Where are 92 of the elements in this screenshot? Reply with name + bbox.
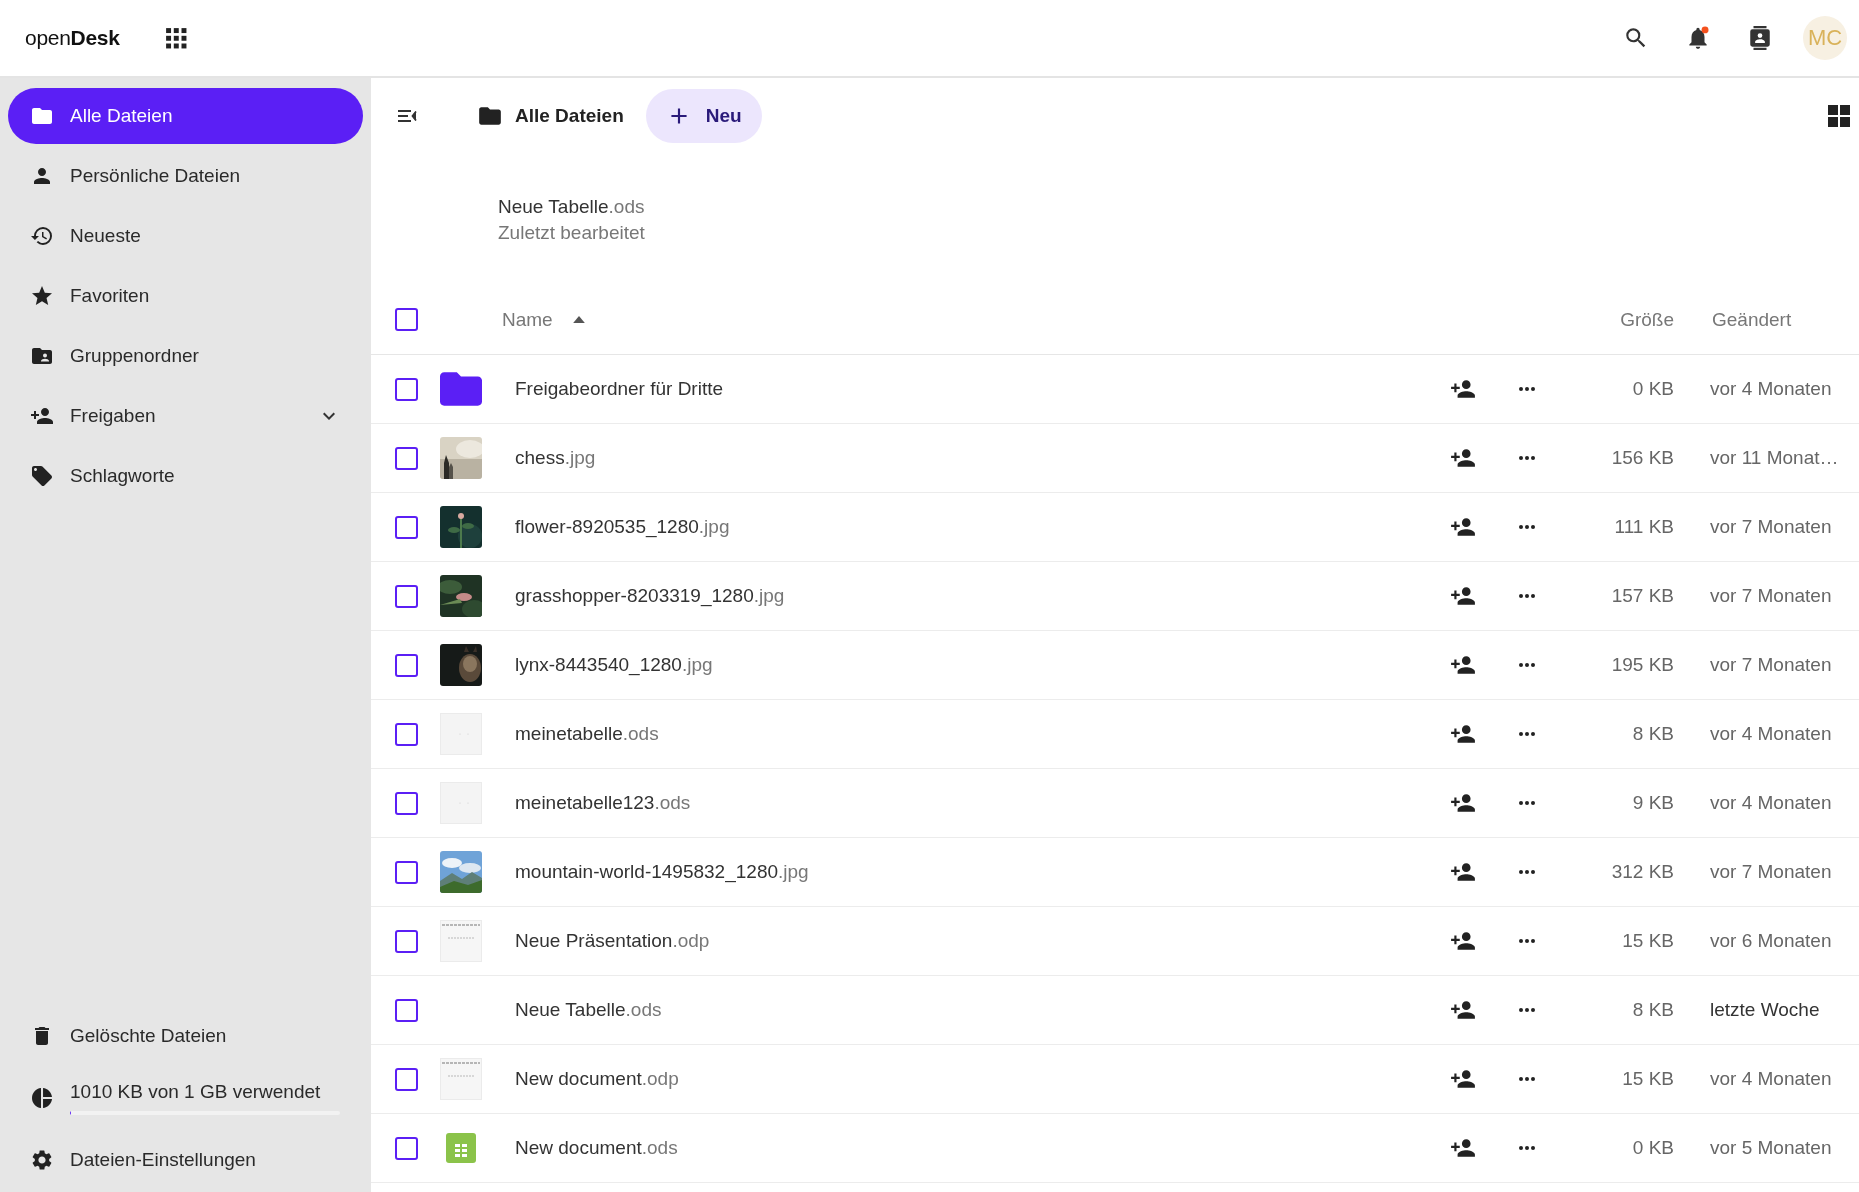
storage-usage: 1010 KB von 1 GB verwendet (70, 1081, 322, 1103)
row-checkbox[interactable] (395, 653, 418, 677)
modified-date: vor 4 Monaten (1709, 792, 1833, 814)
modified-date: vor 7 Monaten (1709, 654, 1833, 676)
file-name[interactable]: New document.ods (515, 1137, 1443, 1159)
app-grid-icon[interactable] (164, 27, 187, 49)
file-row[interactable]: meinetabelle.ods 8 KB vor 4 Monaten (371, 700, 1859, 769)
modified-date: vor 11 Monat… (1709, 447, 1840, 469)
history-icon (30, 224, 54, 248)
modified-date: vor 4 Monaten (1709, 378, 1833, 400)
file-row[interactable]: lynx-8443540_1280.jpg 195 KB vor 7 Monaten (371, 631, 1859, 700)
file-row[interactable]: New document.odp 15 KB vor 4 Monaten (371, 1045, 1859, 1114)
new-button[interactable]: Neu (645, 89, 762, 143)
pie-chart-icon (30, 1086, 54, 1110)
sidebar-item[interactable]: Freigaben (8, 388, 363, 444)
row-checkbox[interactable] (395, 515, 418, 539)
breadcrumb[interactable]: Alle Dateien (477, 103, 624, 129)
file-name[interactable]: meinetabelle.ods (515, 723, 1443, 745)
sidebar-item[interactable]: Gruppenordner (8, 328, 363, 384)
file-size: 0 KB (1632, 378, 1674, 400)
file-name[interactable]: lynx-8443540_1280.jpg (515, 654, 1443, 676)
sidebar-item[interactable]: Neueste (8, 208, 363, 264)
sidebar-item[interactable]: Gelöschte Dateien (8, 1008, 363, 1064)
row-checkbox[interactable] (395, 722, 418, 746)
file-row[interactable]: flower-8920535_1280.jpg 111 KB vor 7 Monaten (371, 493, 1859, 562)
row-checkbox[interactable] (395, 377, 418, 401)
file-name[interactable]: mountain-world-1495832_1280.jpg (515, 861, 1443, 883)
file-size: 195 KB (1611, 654, 1674, 676)
select-all-checkbox[interactable] (395, 308, 418, 331)
star-icon (30, 284, 54, 308)
tag-icon (30, 464, 54, 488)
sidebar-item[interactable]: Persönliche Dateien (8, 148, 363, 204)
spreadsheet-icon (446, 1133, 476, 1163)
modified-date: letzte Woche (1709, 999, 1821, 1021)
contacts-icon[interactable] (1747, 25, 1773, 51)
row-checkbox[interactable] (395, 998, 418, 1022)
modified-date: vor 4 Monaten (1709, 723, 1833, 745)
file-name[interactable]: grasshopper-8203319_1280.jpg (515, 585, 1443, 607)
row-checkbox[interactable] (395, 860, 418, 884)
file-row[interactable]: grasshopper-8203319_1280.jpg 157 KB vor 7 Monaten (371, 562, 1859, 631)
row-checkbox[interactable] (395, 1067, 418, 1091)
file-size: 157 KB (1611, 585, 1674, 607)
file-size: 312 KB (1611, 861, 1674, 883)
file-name[interactable]: Neue Tabelle.ods (515, 999, 1443, 1021)
file-row[interactable]: Neue Tabelle.ods 8 KB letzte Woche (371, 976, 1859, 1045)
slide-preview (440, 920, 482, 962)
grid-view-icon[interactable] (1827, 104, 1851, 128)
file-row[interactable]: New document.ods 0 KB vor 5 Monaten (371, 1114, 1859, 1183)
file-row[interactable]: meinetabelle123.ods 9 KB vor 4 Monaten (371, 769, 1859, 838)
file-size: 15 KB (1622, 930, 1674, 952)
file-size: 156 KB (1611, 447, 1674, 469)
logo[interactable]: openDesk (25, 26, 120, 50)
file-size: 15 KB (1622, 1068, 1674, 1090)
file-name[interactable]: flower-8920535_1280.jpg (515, 516, 1443, 538)
file-row[interactable]: mountain-world-1495832_1280.jpg 312 KB vor 7 Monaten (371, 838, 1859, 907)
file-name[interactable]: chess.jpg (515, 447, 1443, 469)
column-header[interactable]: Name (502, 308, 585, 331)
column-header[interactable]: Geändert (1712, 308, 1792, 331)
row-checkbox[interactable] (395, 584, 418, 608)
file-name[interactable]: Neue Präsentation.odp (515, 930, 1443, 952)
sidebar-item[interactable]: Schlagworte (8, 448, 363, 504)
column-header[interactable]: Größe (1620, 308, 1674, 331)
row-checkbox[interactable] (395, 791, 418, 815)
sidebar-item[interactable]: Dateien-Einstellungen (8, 1132, 363, 1188)
file-size: 9 KB (1632, 792, 1674, 814)
file-size: 0 KB (1632, 1137, 1674, 1159)
file-row[interactable]: chess.jpg 156 KB vor 11 Monat… (371, 424, 1859, 493)
modified-date: vor 7 Monaten (1709, 585, 1833, 607)
file-row[interactable]: Freigabeordner für Dritte 0 KB vor 4 Monaten (371, 355, 1859, 424)
sidebar-item[interactable]: Alle Dateien (8, 88, 363, 144)
file-name[interactable]: Freigabeordner für Dritte (515, 378, 1443, 400)
folder-icon (440, 371, 482, 407)
sidebar-item[interactable]: Favoriten (8, 268, 363, 324)
modified-date: vor 4 Monaten (1709, 1068, 1833, 1090)
row-checkbox[interactable] (395, 1136, 418, 1160)
file-row[interactable]: Neue Präsentation.odp 15 KB vor 6 Monaten (371, 907, 1859, 976)
file-size: 8 KB (1632, 999, 1674, 1021)
breadcrumb-label: Alle Dateien (515, 105, 624, 127)
row-checkbox[interactable] (395, 446, 418, 470)
modified-date: vor 5 Monaten (1709, 1137, 1833, 1159)
modified-date: vor 7 Monaten (1709, 861, 1833, 883)
file-name[interactable]: New document.odp (515, 1068, 1443, 1090)
file-name[interactable]: meinetabelle123.ods (515, 792, 1443, 814)
settings-icon (30, 1148, 54, 1172)
recent-file-caption: Zuletzt bearbeitet (498, 222, 646, 244)
modified-date: vor 7 Monaten (1709, 516, 1833, 538)
row-checkbox[interactable] (395, 929, 418, 953)
file-size: 111 KB (1614, 516, 1674, 538)
modified-date: vor 6 Monaten (1709, 930, 1833, 952)
recent-file-name[interactable]: Neue Tabelle.ods (498, 196, 1859, 218)
file-size: 8 KB (1632, 723, 1674, 745)
slide-preview (440, 1058, 482, 1100)
